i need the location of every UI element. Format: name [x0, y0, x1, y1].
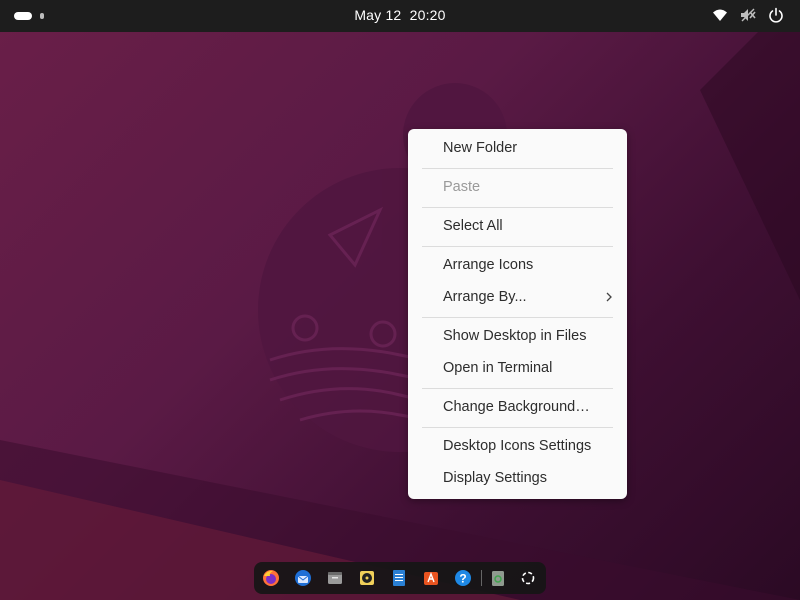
desktop[interactable]: May 12 20:20 New Folder Paste Select All… [0, 0, 800, 600]
menu-separator [422, 207, 613, 208]
menu-separator [422, 427, 613, 428]
desktop-context-menu: New Folder Paste Select All Arrange Icon… [408, 129, 627, 499]
software-center-icon[interactable] [421, 568, 441, 588]
show-apps-icon[interactable] [518, 568, 538, 588]
menu-item-show-desktop-in-files[interactable]: Show Desktop in Files [408, 322, 627, 350]
clock: May 12 20:20 [0, 7, 800, 23]
menu-separator [422, 388, 613, 389]
clock-time: 20:20 [409, 7, 446, 23]
system-tray[interactable] [712, 7, 784, 23]
top-bar: May 12 20:20 [0, 0, 800, 32]
menu-item-arrange-by[interactable]: Arrange By... [408, 283, 627, 311]
svg-text:?: ? [459, 572, 466, 586]
menu-separator [422, 317, 613, 318]
menu-item-display-settings[interactable]: Display Settings [408, 464, 627, 492]
menu-item-new-folder[interactable]: New Folder [408, 134, 627, 162]
menu-item-paste: Paste [443, 179, 481, 195]
menu-item-arrange-icons[interactable]: Arrange Icons [408, 251, 627, 279]
firefox-icon[interactable] [261, 568, 281, 588]
trash-icon[interactable] [488, 568, 508, 588]
menu-item-desktop-icons-settings[interactable]: Desktop Icons Settings [408, 432, 627, 460]
help-icon[interactable]: ? [453, 568, 473, 588]
files-icon[interactable] [325, 568, 345, 588]
wallpaper [0, 30, 800, 600]
wifi-icon[interactable] [712, 7, 728, 23]
dock: ? [254, 562, 546, 594]
thunderbird-icon[interactable] [293, 568, 313, 588]
menu-item-open-in-terminal[interactable]: Open in Terminal [408, 354, 627, 382]
menu-item-change-background[interactable]: Change Background… [408, 393, 627, 421]
clock-button[interactable]: May 12 20:20 [354, 7, 445, 23]
menu-item-select-all[interactable]: Select All [408, 212, 627, 240]
volume-muted-icon[interactable] [740, 7, 756, 23]
rhythmbox-icon[interactable] [357, 568, 377, 588]
writer-icon[interactable] [389, 568, 409, 588]
dock-separator [481, 570, 482, 586]
menu-separator [422, 168, 613, 169]
clock-date: May 12 [354, 7, 402, 23]
menu-separator [422, 246, 613, 247]
chevron-right-icon [606, 292, 612, 302]
power-icon[interactable] [768, 7, 784, 23]
arrange-by-label: Arrange By... [443, 289, 527, 305]
